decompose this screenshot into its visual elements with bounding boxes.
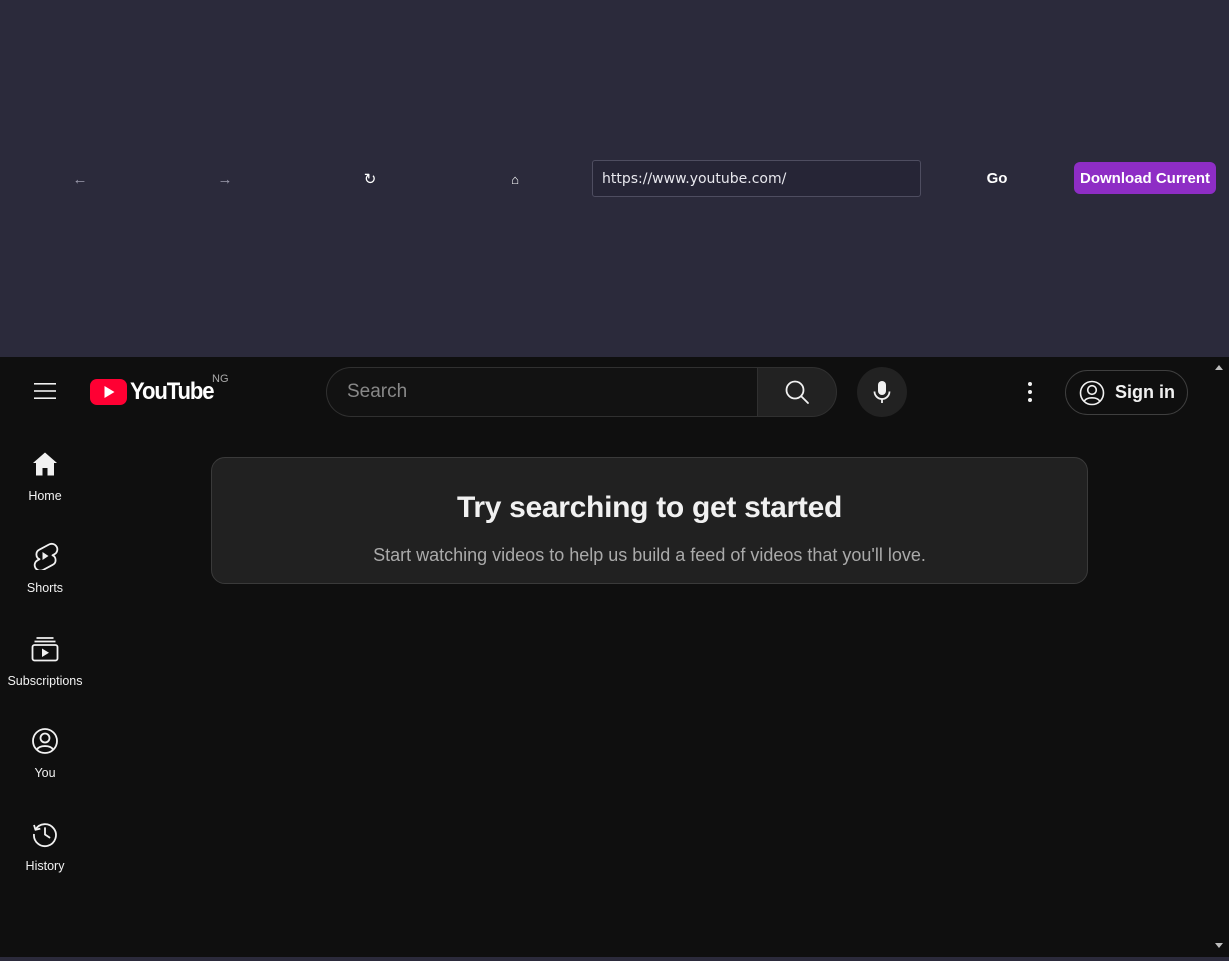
history-icon xyxy=(31,820,59,848)
settings-more-button[interactable] xyxy=(1010,372,1050,412)
scroll-down-arrow[interactable] xyxy=(1215,943,1223,948)
search-box xyxy=(326,367,758,417)
home-icon xyxy=(31,450,59,478)
you-icon xyxy=(31,727,59,755)
sidebar-item-label: Shorts xyxy=(26,581,64,595)
empty-state-subtitle: Start watching videos to help us build a… xyxy=(373,545,926,565)
search-button[interactable] xyxy=(757,367,837,417)
microphone-icon xyxy=(873,381,891,403)
account-circle-icon xyxy=(1079,380,1105,405)
shorts-icon xyxy=(31,542,59,570)
reload-button[interactable]: ↻ xyxy=(350,166,390,192)
scroll-up-arrow[interactable] xyxy=(1215,365,1223,370)
search-icon xyxy=(785,380,809,404)
sidebar-item-history[interactable]: History xyxy=(0,808,90,884)
empty-state-title: Try searching to get started xyxy=(456,491,843,524)
guide-menu-button[interactable] xyxy=(25,371,65,411)
youtube-logo[interactable]: YouTube xyxy=(90,378,221,406)
sidebar-item-shorts[interactable]: Shorts xyxy=(0,530,90,606)
sidebar-item-subscriptions[interactable]: Subscriptions xyxy=(0,623,90,699)
sidebar-item-label: Subscriptions xyxy=(7,674,83,688)
youtube-play-icon xyxy=(90,379,127,405)
hamburger-icon xyxy=(34,383,56,399)
sidebar-item-label: Home xyxy=(28,489,62,503)
sidebar-item-label: You xyxy=(34,766,56,780)
country-code: NG xyxy=(212,373,229,385)
sidebar-item-label: History xyxy=(25,859,65,873)
home-button[interactable]: ⌂ xyxy=(495,166,535,192)
window-bottom-edge xyxy=(0,957,1229,961)
more-vertical-icon xyxy=(1028,382,1032,402)
sign-in-label: Sign in xyxy=(1115,382,1175,402)
subscriptions-icon xyxy=(31,635,59,663)
youtube-page: YouTube NG Sign in xyxy=(0,357,1229,961)
empty-state-card: Try searching to get started Start watch… xyxy=(211,457,1088,584)
sidebar-item-you[interactable]: You xyxy=(0,715,90,791)
sign-in-button[interactable]: Sign in xyxy=(1065,370,1188,415)
go-button[interactable]: Go xyxy=(972,165,1022,192)
voice-search-button[interactable] xyxy=(857,367,907,417)
back-button[interactable]: ← xyxy=(60,166,100,192)
search-input[interactable] xyxy=(327,380,758,404)
sidebar-item-home[interactable]: Home xyxy=(0,438,90,514)
url-input[interactable] xyxy=(592,160,921,197)
browser-toolbar: ← → ↻ ⌂ Go Download Current xyxy=(0,0,1229,357)
forward-button[interactable]: → xyxy=(205,166,245,192)
logo-wordmark: YouTube xyxy=(130,378,215,405)
download-current-button[interactable]: Download Current xyxy=(1074,162,1216,194)
